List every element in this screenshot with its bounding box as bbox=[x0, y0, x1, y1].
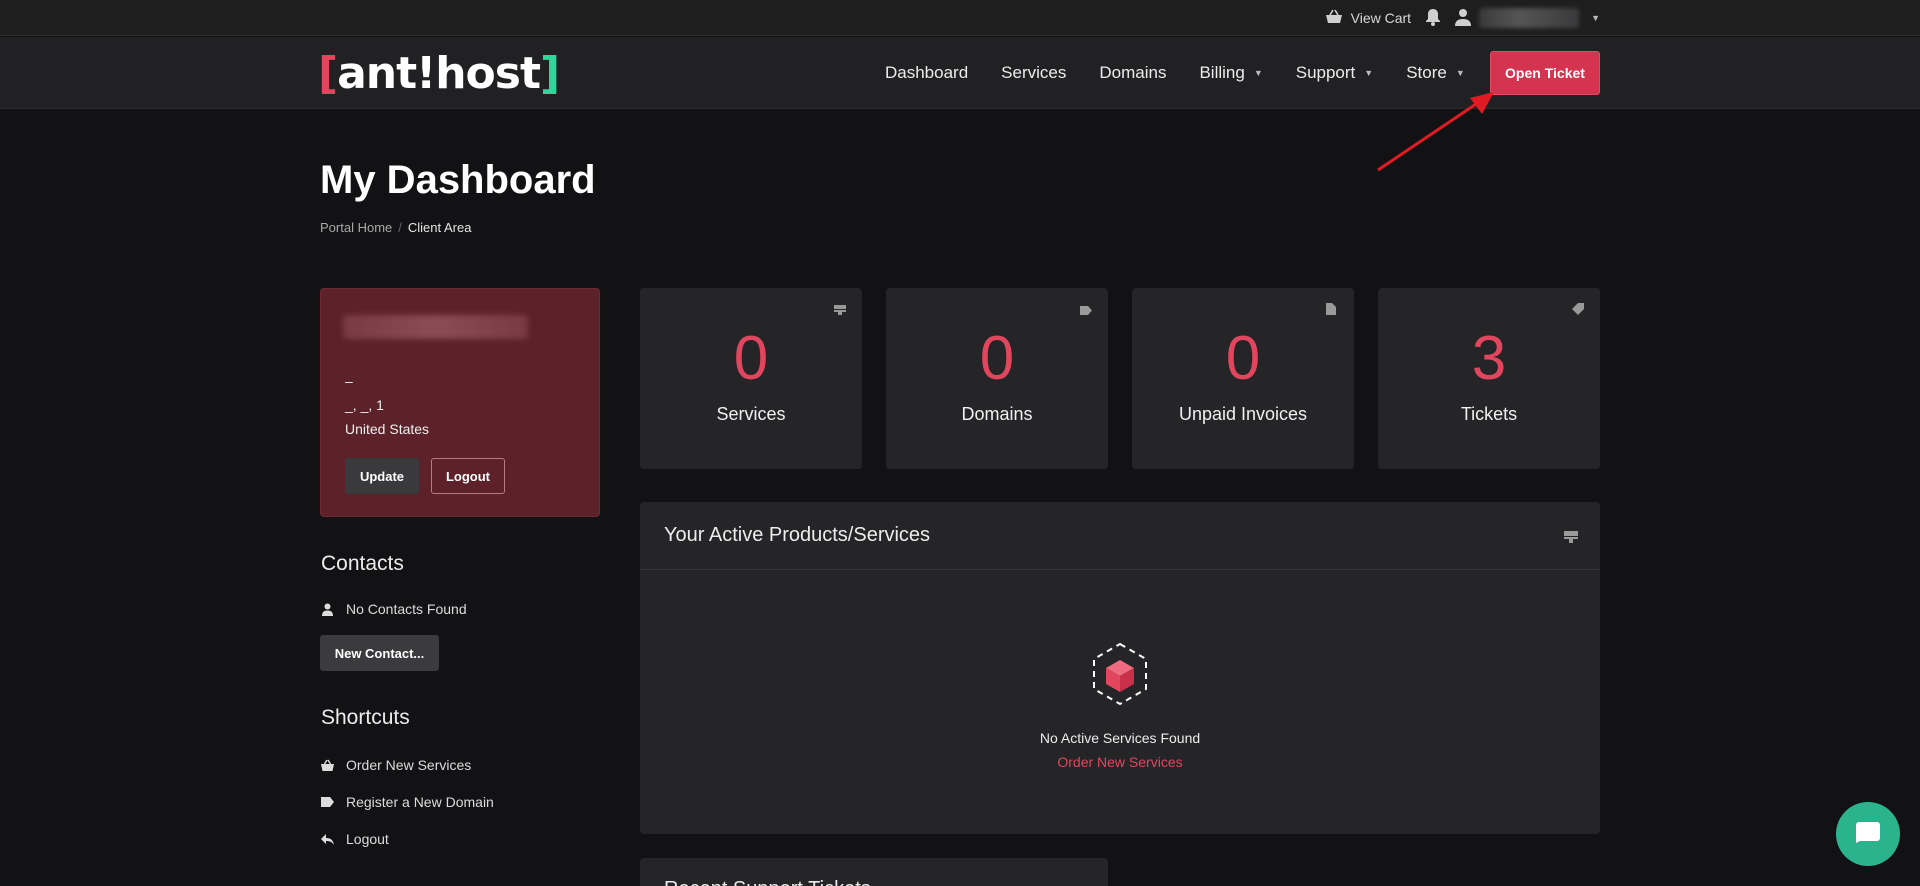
bell-icon[interactable] bbox=[1425, 8, 1441, 29]
annotation-arrow-icon bbox=[1377, 92, 1494, 172]
breadcrumb-current: Client Area bbox=[407, 220, 472, 235]
stat-value: 0 bbox=[1225, 324, 1261, 393]
profile-name-redacted bbox=[343, 315, 528, 339]
document-icon bbox=[1326, 302, 1340, 316]
user-name-redacted bbox=[1479, 8, 1580, 28]
stat-tile-domains[interactable]: 0 Domains bbox=[886, 288, 1108, 469]
server-icon bbox=[834, 302, 848, 316]
chevron-down-icon: ▼ bbox=[1591, 13, 1600, 23]
contacts-empty-label: No Contacts Found bbox=[346, 601, 467, 617]
stat-value: 0 bbox=[733, 324, 769, 393]
active-products-panel: Your Active Products/Services No Active … bbox=[640, 502, 1600, 834]
nav-dashboard[interactable]: Dashboard bbox=[885, 63, 968, 83]
breadcrumb-home[interactable]: Portal Home bbox=[320, 220, 392, 235]
chat-bubble-icon bbox=[1855, 820, 1881, 849]
stat-label: Tickets bbox=[1460, 404, 1518, 424]
shortcut-register-domain[interactable]: Register a New Domain bbox=[320, 794, 494, 810]
view-cart-label: View Cart bbox=[1350, 10, 1412, 26]
box-icon bbox=[1093, 642, 1147, 706]
view-cart-link[interactable]: View Cart bbox=[1325, 9, 1411, 28]
chevron-down-icon: ▼ bbox=[1253, 68, 1263, 78]
basket-icon bbox=[1325, 9, 1343, 28]
tickets-panel-title: Recent Support Tickets bbox=[664, 878, 871, 886]
nav-label: Domains bbox=[1099, 63, 1167, 82]
top-utility-bar: View Cart ▼ bbox=[0, 0, 1920, 36]
breadcrumb-separator: / bbox=[398, 220, 402, 235]
contacts-empty-row: No Contacts Found bbox=[320, 601, 467, 617]
back-arrow-icon bbox=[320, 832, 334, 846]
panel-header: Your Active Products/Services bbox=[640, 502, 1600, 570]
chat-button[interactable] bbox=[1836, 802, 1900, 866]
update-button[interactable]: Update bbox=[345, 458, 419, 494]
new-contact-button[interactable]: New Contact... bbox=[320, 635, 439, 671]
tag-icon bbox=[320, 795, 334, 809]
nav-domains[interactable]: Domains bbox=[1099, 63, 1166, 83]
stat-tile-services[interactable]: 0 Services bbox=[640, 288, 862, 469]
stat-label: Domains bbox=[961, 404, 1033, 424]
breadcrumb: Portal Home / Client Area bbox=[320, 220, 471, 235]
profile-address-line1: – bbox=[345, 373, 353, 389]
basket-icon bbox=[320, 758, 334, 772]
nav-services[interactable]: Services bbox=[1001, 63, 1066, 83]
user-icon bbox=[320, 602, 334, 616]
tag-icon bbox=[1080, 302, 1094, 316]
contacts-heading: Contacts bbox=[321, 552, 404, 575]
chevron-down-icon: ▼ bbox=[1364, 68, 1374, 78]
profile-country: United States bbox=[345, 421, 430, 437]
shortcut-label: Logout bbox=[346, 831, 389, 847]
nav-label: Support bbox=[1295, 63, 1356, 82]
nav-label: Dashboard bbox=[885, 63, 969, 82]
shortcut-label: Register a New Domain bbox=[346, 794, 494, 810]
profile-card: – _, _, 1 United States Update Logout bbox=[320, 288, 600, 517]
stat-label: Services bbox=[716, 404, 786, 424]
stat-tile-tickets[interactable]: 3 Tickets bbox=[1378, 288, 1600, 469]
page-title: My Dashboard bbox=[320, 158, 596, 202]
brand-logo[interactable]: [ ant!host ] bbox=[318, 47, 560, 99]
recent-tickets-panel: Recent Support Tickets bbox=[640, 858, 1108, 886]
no-services-text: No Active Services Found bbox=[1039, 730, 1201, 746]
nav-store[interactable]: Store ▼ bbox=[1406, 63, 1465, 83]
logo-bracket-right: ] bbox=[540, 47, 560, 99]
chevron-down-icon: ▼ bbox=[1455, 68, 1465, 78]
nav-support[interactable]: Support ▼ bbox=[1296, 63, 1373, 83]
logo-bracket-left: [ bbox=[318, 47, 338, 99]
profile-address-line2: _, _, 1 bbox=[345, 397, 384, 413]
main-navbar: [ ant!host ] Dashboard Services Domains … bbox=[0, 37, 1920, 109]
stat-tile-unpaid-invoices[interactable]: 0 Unpaid Invoices bbox=[1132, 288, 1354, 469]
user-icon bbox=[1455, 8, 1472, 29]
stat-value: 0 bbox=[979, 324, 1015, 393]
nav-billing[interactable]: Billing ▼ bbox=[1199, 63, 1262, 83]
open-ticket-button[interactable]: Open Ticket bbox=[1490, 51, 1600, 95]
order-new-services-link[interactable]: Order New Services bbox=[640, 754, 1600, 770]
stat-label: Unpaid Invoices bbox=[1178, 404, 1308, 424]
shortcut-label: Order New Services bbox=[346, 757, 472, 773]
shortcut-order-new-services[interactable]: Order New Services bbox=[320, 757, 471, 773]
shortcut-logout[interactable]: Logout bbox=[320, 831, 389, 847]
nav-label: Services bbox=[1001, 63, 1067, 82]
shortcuts-heading: Shortcuts bbox=[321, 706, 410, 729]
nav-label: Billing bbox=[1199, 63, 1245, 82]
stat-value: 3 bbox=[1471, 324, 1507, 393]
nav-label: Store bbox=[1406, 63, 1447, 82]
panel-title: Your Active Products/Services bbox=[664, 524, 931, 546]
profile-logout-button[interactable]: Logout bbox=[431, 458, 505, 494]
logo-text: ant!host bbox=[337, 47, 541, 99]
ticket-icon bbox=[1572, 302, 1586, 316]
user-menu[interactable]: ▼ bbox=[1455, 8, 1600, 29]
server-icon bbox=[1564, 530, 1578, 543]
